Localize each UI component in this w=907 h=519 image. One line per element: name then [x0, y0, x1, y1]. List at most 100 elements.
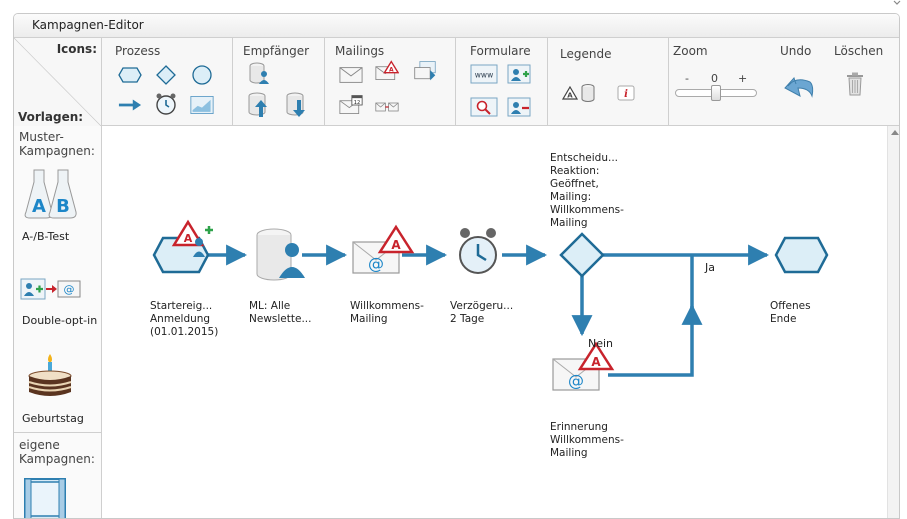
template-label: Double-opt-in — [22, 314, 98, 327]
welcome-email-at: @ — [368, 254, 384, 273]
edge-reminder-to-merge[interactable] — [608, 255, 703, 377]
group-title-empfaenger: Empfänger — [243, 44, 310, 58]
web-form-tool-icon[interactable]: www — [470, 63, 498, 85]
reminder-warning-mark: A — [591, 355, 601, 369]
muster-title-line-2: Kampagnen: — [19, 144, 95, 158]
decision-tool-icon[interactable] — [154, 64, 178, 86]
label-line: Anmeldung — [150, 313, 211, 325]
form-search-tool-icon[interactable] — [470, 96, 498, 118]
group-legende: Legende A i — [548, 38, 669, 126]
recipient-list-node[interactable] — [256, 228, 305, 281]
reminder-mailing-node[interactable]: @ A — [552, 341, 615, 391]
label-line: Startereig... — [150, 300, 213, 312]
double-opt-in-at: @ — [64, 283, 75, 296]
window-title: Kampagnen-Editor — [14, 14, 899, 38]
edge-label-yes: Ja — [705, 261, 715, 274]
end-node-label: Offenes Ende — [770, 300, 811, 326]
zoom-slider[interactable] — [675, 85, 757, 101]
delay-node[interactable] — [459, 228, 497, 274]
delay-node-label: Verzögeru... 2 Tage — [450, 300, 513, 326]
reminder-node-label: Erinnerung Willkommens- Mailing — [550, 421, 624, 460]
legend-warning-icon: A — [562, 82, 578, 104]
mailing-copy-tool-icon[interactable] — [413, 60, 437, 82]
arrow-tool-icon[interactable] — [118, 94, 142, 116]
decision-node[interactable] — [559, 232, 605, 278]
start-event-node[interactable]: A — [152, 219, 213, 274]
label-line: (01.01.2015) — [150, 326, 219, 338]
group-title-zoom: Zoom — [673, 44, 708, 58]
svg-text:i: i — [624, 89, 628, 100]
label-line: Newslette... — [249, 313, 312, 325]
template-double-opt-in[interactable]: @ Double-opt-in — [14, 278, 102, 338]
reminder-email-at: @ — [568, 371, 584, 390]
group-title-legende: Legende — [560, 47, 612, 61]
scroll-up-arrow-icon[interactable] — [891, 130, 899, 135]
zoom-slider-handle[interactable] — [711, 85, 721, 101]
form-remove-user-tool-icon[interactable] — [506, 96, 532, 118]
mailing-forward-tool-icon[interactable] — [375, 96, 399, 118]
label-line: Verzögeru... — [450, 300, 514, 312]
templates-panel: Muster- Kampagnen: A B A-/B-Test @ Doubl… — [14, 126, 102, 519]
own-campaign-template-icon[interactable] — [24, 478, 66, 519]
label-line: Willkommens- — [350, 300, 424, 312]
muster-kampagnen-title: Muster- Kampagnen: — [19, 130, 95, 158]
end-event-tool-icon[interactable] — [190, 64, 214, 86]
eigene-kampagnen-title: eigene Kampagnen: — [19, 438, 95, 466]
timer-tool-icon[interactable] — [154, 93, 178, 115]
panel-separator — [14, 432, 102, 433]
icons-label: Icons: — [56, 42, 97, 56]
label-line: Willkommens- — [550, 434, 624, 446]
recipient-import-tool-icon[interactable] — [247, 92, 271, 117]
form-add-user-tool-icon[interactable] — [506, 63, 532, 85]
edge-label-no: Nein — [588, 337, 614, 350]
recipient-export-tool-icon[interactable] — [285, 92, 309, 117]
ab-letter-a: A — [32, 196, 46, 217]
group-title-loeschen: Löschen — [834, 44, 884, 58]
scheduled-mailing-tool-icon[interactable]: 12 — [339, 94, 363, 116]
group-zoom: Zoom - 0 + — [669, 38, 769, 126]
label-line: Offenes — [770, 300, 811, 312]
label-line: Entscheidu... — [550, 152, 619, 164]
template-label: A-/B-Test — [22, 230, 70, 243]
campaign-editor-window: Kampagnen-Editor Icons: Vorlagen: Prozes… — [13, 13, 900, 519]
decision-node-label: Entscheidu... Reaktion: Geöffnet, Mailin… — [550, 152, 624, 230]
campaign-canvas[interactable]: A @ A @ A Startereig... Anmeldung (01.01… — [102, 126, 887, 518]
recipient-list-node-label: ML: Alle Newslette... — [249, 300, 311, 326]
label-line: Mailing — [550, 217, 588, 229]
label-line: Mailing — [350, 313, 388, 325]
group-title-mailings: Mailings — [335, 44, 385, 58]
www-label: www — [475, 71, 493, 80]
eigene-title-line-2: Kampagnen: — [19, 452, 95, 466]
template-birthday[interactable]: Geburtstag — [14, 354, 102, 426]
legend-database-icon — [580, 82, 596, 104]
toolbar-corner: Icons: Vorlagen: — [14, 38, 102, 126]
birthday-cake-icon — [28, 354, 72, 396]
template-ab-test[interactable]: A B A-/B-Test — [14, 168, 102, 244]
label-line: Ende — [770, 313, 797, 325]
start-node-label: Startereig... Anmeldung (01.01.2015) — [150, 300, 218, 339]
toolbar: Icons: Vorlagen: Prozess Empfänger Maili… — [14, 38, 899, 126]
mailing-warning-tool-icon[interactable]: A — [375, 60, 399, 82]
legend-info-icon[interactable]: i — [616, 82, 636, 104]
zoom-plus-label: + — [738, 72, 748, 85]
template-label: Geburtstag — [22, 412, 84, 425]
undo-icon[interactable] — [782, 72, 816, 102]
group-formulare: Formulare www — [456, 38, 548, 126]
label-line: Reaktion: — [550, 165, 600, 177]
mailing-tool-icon[interactable] — [339, 64, 363, 86]
svg-text:A: A — [389, 66, 394, 73]
canvas-scrollbar[interactable] — [887, 126, 899, 518]
start-event-tool-icon[interactable] — [118, 64, 142, 86]
label-line: ML: Alle — [249, 300, 291, 312]
recipient-list-tool-icon[interactable] — [247, 62, 271, 85]
label-line: Mailing — [550, 447, 588, 459]
eigene-title-line-1: eigene — [19, 438, 60, 452]
chart-tool-icon[interactable] — [190, 94, 214, 116]
welcome-mailing-node-label: Willkommens- Mailing — [350, 300, 424, 326]
svg-text:12: 12 — [354, 100, 361, 106]
end-event-node[interactable] — [774, 236, 829, 274]
trash-icon[interactable] — [844, 71, 866, 97]
label-line: Willkommens- — [550, 204, 624, 216]
welcome-mailing-node[interactable]: @ A — [352, 224, 415, 274]
group-empfaenger: Empfänger — [233, 38, 325, 126]
